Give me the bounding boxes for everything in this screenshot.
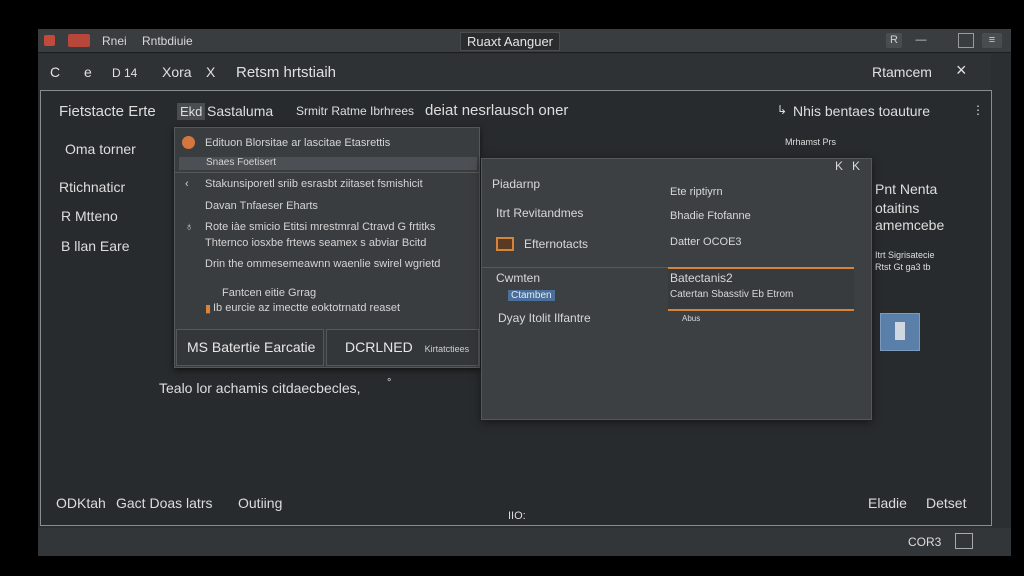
dropdown-item-3[interactable]: Rote iàe smicio Etitsi mrestmral Ctravd … <box>205 221 435 233</box>
dropdown-header-icon <box>182 136 195 149</box>
panel-value-2: Bhadie Ftofanne <box>670 210 751 222</box>
footer-link-2[interactable]: Gact Doas latrs <box>116 495 212 511</box>
panel-value-3: Datter OCOE3 <box>670 236 742 248</box>
keyboard-icon[interactable] <box>955 533 973 549</box>
link-icon: ♁ <box>185 221 194 233</box>
effects-icon <box>496 237 514 251</box>
panel-label-1: Piadarnp <box>492 177 541 191</box>
panel-control-2[interactable]: K <box>852 159 860 173</box>
sidebar-item-2[interactable]: R Mtteno <box>61 208 118 224</box>
reset-button[interactable]: Detset <box>926 495 966 511</box>
sidebar-item-3[interactable]: B llan Eare <box>61 238 129 254</box>
dropdown-separator <box>175 172 479 173</box>
search-label[interactable]: Sastaluma <box>207 103 273 119</box>
menu-item-1[interactable]: Rnei <box>102 34 127 48</box>
left-subtitle: Oma torner <box>65 141 136 157</box>
enable-button[interactable]: Eladie <box>868 495 907 511</box>
panel-value-5: Catertan Sbasstiv Eb Etrom <box>670 289 794 300</box>
bottom-caption: Tealo lor achamis citdaecbecles, <box>159 380 361 396</box>
panel-label-3: Efternotacts <box>524 237 589 251</box>
nav-label[interactable]: Xora <box>162 64 192 80</box>
window-option-button[interactable]: R <box>886 33 902 48</box>
panel-value-6: Abus <box>682 314 701 323</box>
dropdown-action-right-label: DCRLNED <box>345 339 413 355</box>
right-item-3: amemcebe <box>875 217 945 233</box>
dropdown-action-right-sub: Kirtatctiees <box>424 344 470 354</box>
back-button[interactable]: C <box>50 64 60 80</box>
dropdown-selected-item[interactable]: Snaes Foetisert <box>206 157 276 168</box>
badge-icon <box>68 34 90 47</box>
right-item-2: otaitins <box>875 200 920 216</box>
maximize-icon[interactable] <box>958 33 974 48</box>
right-small-1: Itrt Sigrisatecie <box>875 250 935 260</box>
right-small-2: Rtst Gt ga3 tb <box>875 262 931 272</box>
panel-highlighted-row[interactable]: Batectanis2 Catertan Sbasstiv Eb Etrom <box>668 267 854 311</box>
panel-label-2: Itrt Revitandmes <box>496 206 584 220</box>
panel-label-6: Dyay Itolit Ilfantre <box>498 311 591 325</box>
app-icon <box>44 35 55 46</box>
right-item-1: Pnt Nenta <box>875 181 938 197</box>
dropdown-action-right[interactable]: DCRLNED Kirtatctiees <box>326 329 479 366</box>
footer-link-3[interactable]: Outiing <box>238 495 282 511</box>
title-bar: Rnei Rntbdiuie Ruaxt Aanguer R — ≡ <box>38 29 1011 53</box>
page-title: Fietstacte Erte <box>59 103 156 120</box>
dropdown-item-5[interactable]: Drin the ommesemeawnn waenlie swirel wgr… <box>205 258 440 270</box>
search-heading: deiat nesrlausch oner <box>425 102 569 119</box>
panel-value-1: Ete riptiyrn <box>670 186 723 198</box>
nav-right-label[interactable]: Rtamcem <box>872 64 932 80</box>
warning-icon: ▮ <box>205 303 212 315</box>
minimize-button[interactable]: — <box>914 33 928 48</box>
dropdown-item-1[interactable]: Stakunsiporetl sriib esrasbt ziitaset fs… <box>205 178 423 190</box>
folder-icon[interactable]: D 14 <box>112 66 137 80</box>
panel-control-1[interactable]: K <box>835 159 843 173</box>
dropdown-header: Edituon Blorsitae ar lascitae Etasrettis <box>205 137 391 149</box>
panel-value-4: Batectanis2 <box>670 271 733 285</box>
search-tag[interactable]: Ekd <box>177 103 206 120</box>
chevron-icon: ‹ <box>185 178 189 190</box>
details-panel: K K Piadarnp Itrt Revitandmes Efternotac… <box>481 158 872 420</box>
close-icon[interactable]: × <box>956 60 967 81</box>
search-description: Srmitr Ratme Ibrhrees <box>296 104 415 118</box>
more-icon[interactable]: ⋮ <box>972 103 984 117</box>
sidebar-item-1[interactable]: Rtichnaticr <box>59 179 125 195</box>
forward-button[interactable]: e <box>84 64 92 80</box>
info-icon: ↳ <box>777 103 788 117</box>
app-window: Rnei Rntbdiuie Ruaxt Aanguer R — ≡ C e D… <box>38 29 1011 556</box>
right-meta: Mrhamst Prs <box>785 137 837 147</box>
main-content: Fietstacte Erte Oma torner Rtichnaticr R… <box>40 90 992 526</box>
dropdown-menu: Edituon Blorsitae ar lascitae Etasrettis… <box>174 127 480 368</box>
page-indicator: IIO: <box>508 510 526 522</box>
dropdown-item-2[interactable]: Davan Tnfaeser Eharts <box>205 200 318 212</box>
status-code: COR3 <box>908 535 942 549</box>
bottom-mark: ° <box>387 377 392 389</box>
thumbnail-mark <box>895 322 905 340</box>
menu-item-2[interactable]: Rntbdiuie <box>142 34 193 48</box>
image-thumbnail[interactable] <box>880 313 920 351</box>
dropdown-item-6[interactable]: Fantcen eitie Grrag <box>222 287 316 299</box>
right-header: Nhis bentaes toauture <box>793 103 930 119</box>
window-title: Ruaxt Aanguer <box>460 32 561 51</box>
status-bar: ODKtah Gact Doas latrs Outiing IIO: Elad… <box>38 495 1011 556</box>
panel-tag[interactable]: Ctamben <box>508 290 555 301</box>
navigation-bar: C e D 14 Xora X Retsm hrtstiaih Rtamcem … <box>38 54 991 90</box>
dropdown-action-left[interactable]: MS Batertie Earcatie <box>176 329 324 366</box>
dropdown-item-7[interactable]: Ib eurcie az imectte eoktotrnatd reaset <box>213 302 400 314</box>
menu-icon[interactable]: ≡ <box>982 33 1002 48</box>
panel-divider <box>482 267 668 268</box>
panel-label-4: Cwmten <box>496 271 541 285</box>
footer-link-1[interactable]: ODKtah <box>56 495 106 511</box>
dropdown-item-4[interactable]: Thternco iosxbe frtews seamex s abviar B… <box>205 237 426 249</box>
path-breadcrumb[interactable]: Retsm hrtstiaih <box>236 64 336 81</box>
tools-icon[interactable]: X <box>206 64 215 80</box>
